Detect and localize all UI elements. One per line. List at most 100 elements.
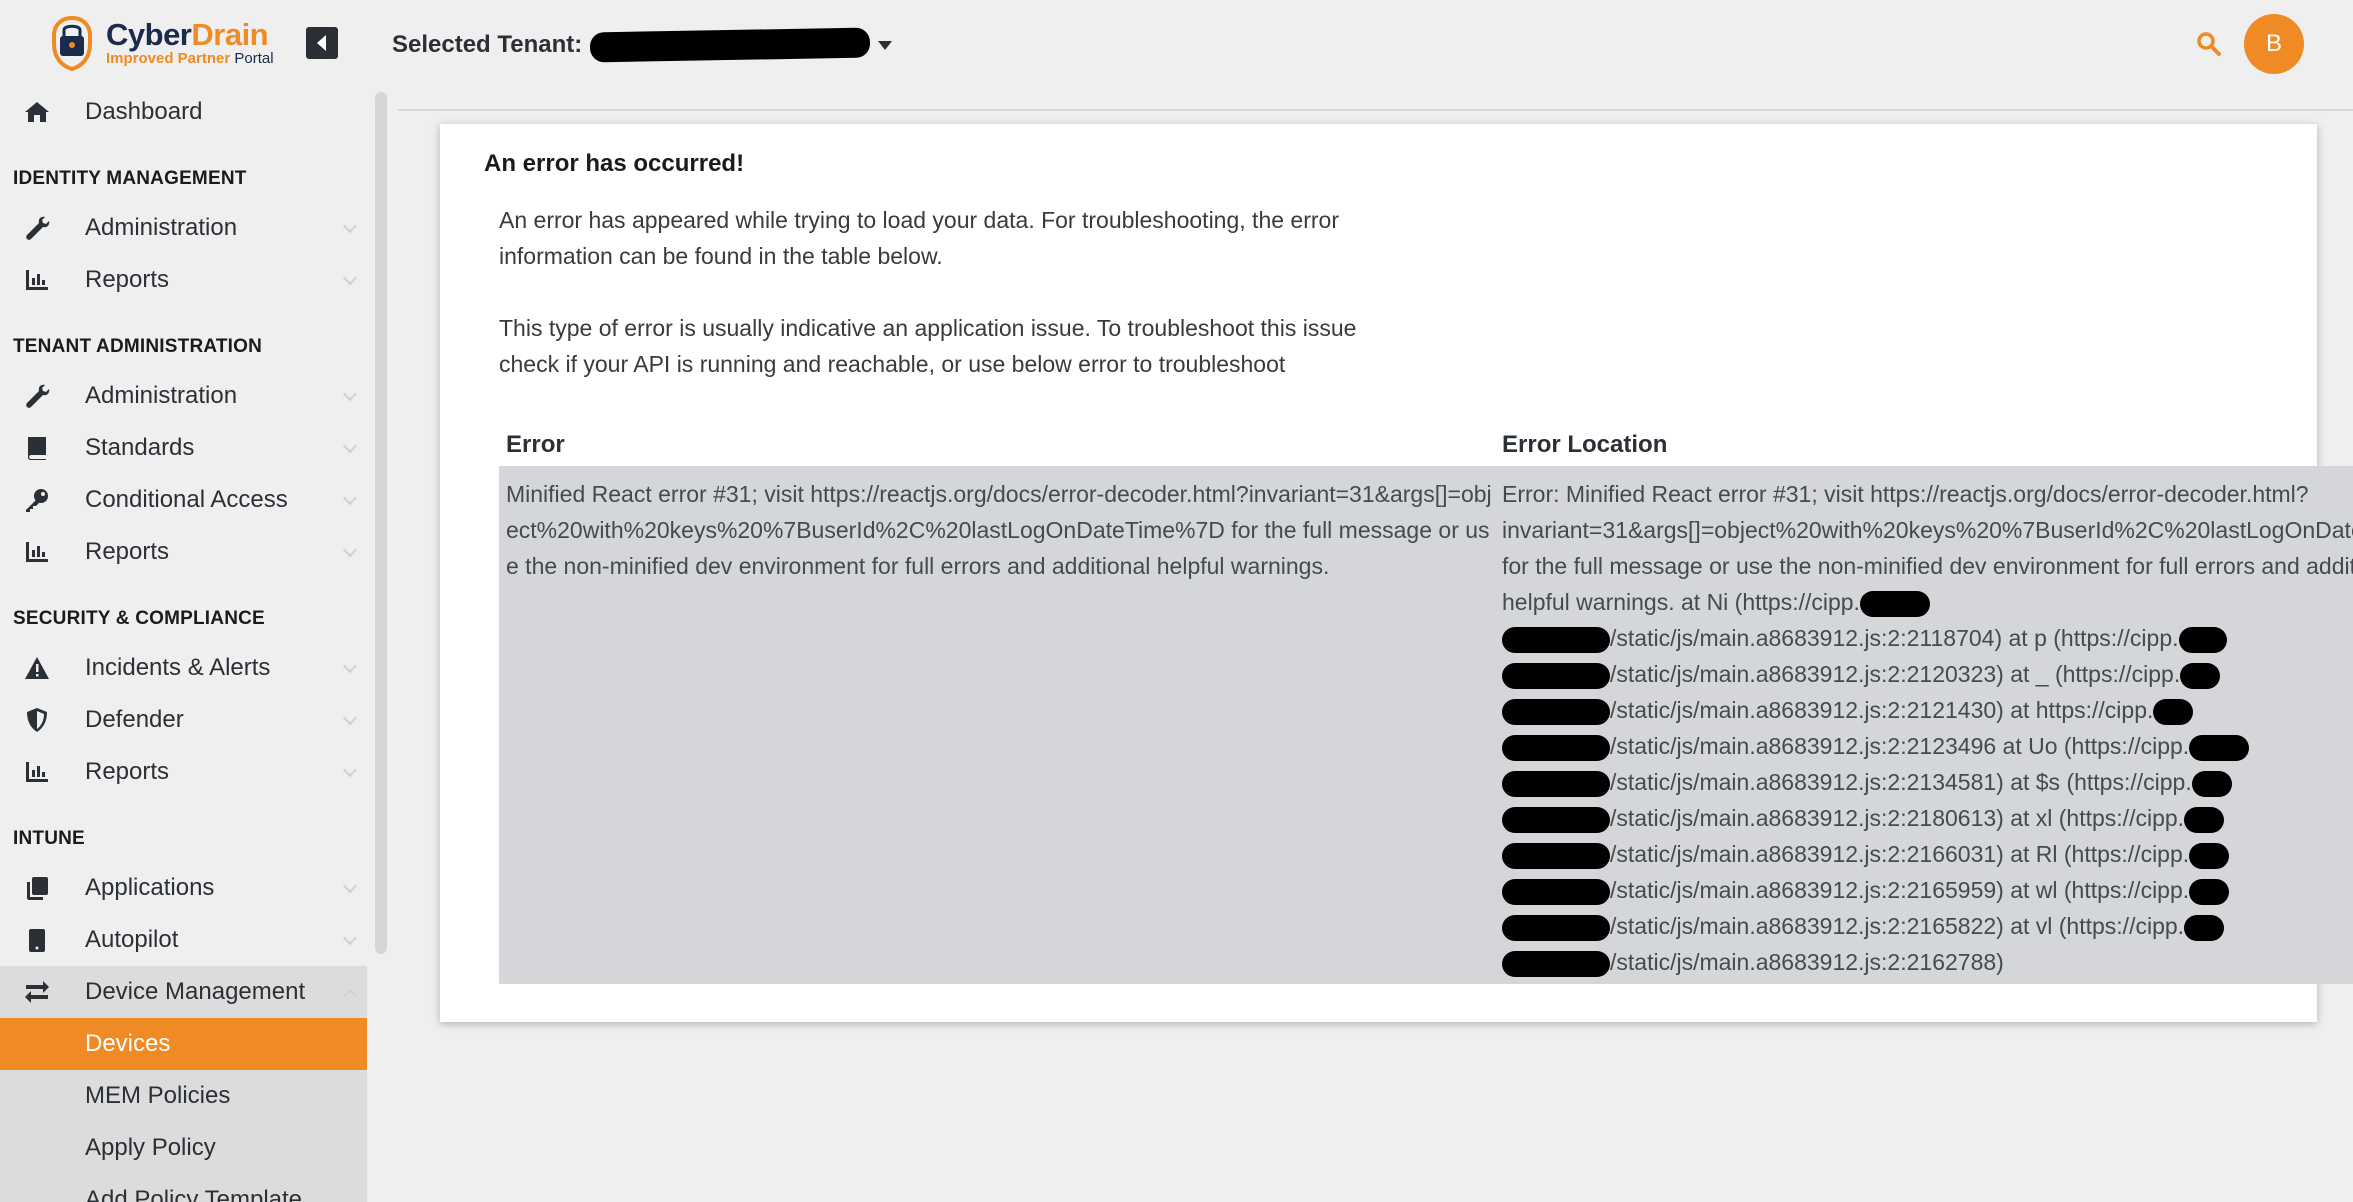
- sidebar-item-applications[interactable]: Applications: [0, 862, 367, 914]
- sidebar-item-conditional-access[interactable]: Conditional Access: [0, 474, 367, 526]
- redacted-domain: [2189, 878, 2230, 905]
- redacted-domain: [2191, 770, 2232, 797]
- redacted-domain: [1502, 626, 1610, 653]
- redacted-domain: [1502, 698, 1610, 725]
- brand-name: CyberDrain: [106, 17, 269, 52]
- sidebar-item-security-reports[interactable]: Reports: [0, 746, 367, 798]
- location-line: /static/js/main.a8683912.js:2:2165959) a…: [1502, 872, 2353, 908]
- location-line: /static/js/main.a8683912.js:2:2180613) a…: [1502, 800, 2353, 836]
- redacted-domain: [2180, 662, 2221, 689]
- location-line: invariant=31&args[]=object%20with%20keys…: [1502, 517, 2353, 543]
- sidebar-item-identity-reports[interactable]: Reports: [0, 254, 367, 306]
- chevron-down-icon: [342, 658, 358, 674]
- location-line: /static/js/main.a8683912.js:2:2134581) a…: [1502, 764, 2353, 800]
- redacted-domain: [2153, 698, 2194, 725]
- redacted-domain: [1859, 590, 1930, 617]
- chevron-down-icon: [342, 930, 358, 946]
- section-security-compliance: SECURITY & COMPLIANCE: [13, 608, 265, 629]
- tablet-icon: [22, 925, 52, 955]
- shield-icon: [22, 705, 52, 735]
- brand[interactable]: CyberDrain Improved Partner Portal: [46, 10, 274, 76]
- redacted-domain: [1502, 662, 1610, 689]
- error-card: An error has occurred! An error has appe…: [440, 124, 2353, 1022]
- sidebar-subitem-add-policy-template[interactable]: Add Policy Template: [0, 1174, 367, 1202]
- location-line: Error: Minified React error #31; visit h…: [1502, 481, 2309, 507]
- error-troubleshoot-hint: This type of error is usually indicative…: [499, 315, 1357, 377]
- section-identity-management: IDENTITY MANAGEMENT: [13, 168, 247, 189]
- sidebar-item-autopilot[interactable]: Autopilot: [0, 914, 367, 966]
- location-line: for the full message or use the non-mini…: [1502, 553, 2353, 579]
- chevron-down-icon: [342, 218, 358, 234]
- location-line: /static/js/main.a8683912.js:2:2121430) a…: [1502, 692, 2353, 728]
- error-title: An error has occurred!: [484, 150, 745, 177]
- chart-bar-icon: [22, 537, 52, 567]
- tenant-label: Selected Tenant:: [392, 31, 583, 58]
- copy-icon: [22, 873, 52, 903]
- sidebar-item-identity-administration[interactable]: Administration: [0, 202, 367, 254]
- location-line: /static/js/main.a8683912.js:2:2120323) a…: [1502, 656, 2353, 692]
- column-header-error-location: Error Location: [1502, 431, 1668, 458]
- sidebar-nav: Dashboard IDENTITY MANAGEMENT Administra…: [0, 86, 367, 1202]
- chevron-down-icon: [342, 490, 358, 506]
- key-icon: [22, 485, 52, 515]
- header-divider: [398, 109, 2353, 111]
- sidebar-item-incidents-alerts[interactable]: Incidents & Alerts: [0, 642, 367, 694]
- location-line: /static/js/main.a8683912.js:2:2123496 at…: [1502, 728, 2353, 764]
- chevron-down-icon: [342, 710, 358, 726]
- location-line: /static/js/main.a8683912.js:2:2162788): [1502, 944, 2353, 980]
- tenant-selector[interactable]: Selected Tenant:: [392, 27, 893, 63]
- sidebar-item-device-management[interactable]: Device Management: [0, 966, 367, 1018]
- chevron-down-icon: [342, 386, 358, 402]
- wrench-icon: [22, 213, 52, 243]
- device-management-submenu: Devices MEM Policies Apply Policy Add Po…: [0, 1018, 367, 1202]
- redacted-domain: [1502, 842, 1610, 869]
- sidebar-subitem-apply-policy[interactable]: Apply Policy: [0, 1122, 367, 1174]
- chevron-down-icon: [342, 270, 358, 286]
- caret-left-icon: [317, 35, 326, 51]
- warning-icon: [22, 653, 52, 683]
- sidebar-scrollbar[interactable]: [375, 92, 387, 954]
- chevron-down-icon: [342, 542, 358, 558]
- error-message-cell: Minified React error #31; visit https://…: [506, 481, 1492, 579]
- redacted-domain: [1502, 734, 1610, 761]
- redacted-domain: [2184, 914, 2225, 941]
- chevron-down-icon: [342, 878, 358, 894]
- error-table: Error Error Location Minified React erro…: [499, 424, 2353, 984]
- sidebar-collapse-button[interactable]: [306, 27, 338, 59]
- exchange-arrows-icon: [22, 977, 52, 1007]
- location-line: helpful warnings. at Ni (https://cipp.: [1502, 584, 2353, 620]
- redacted-domain: [1502, 878, 1610, 905]
- column-header-error: Error: [506, 431, 565, 458]
- cyberdrain-logo-icon: [52, 15, 92, 72]
- redacted-domain: [1502, 950, 1610, 977]
- redacted-domain: [1502, 806, 1610, 833]
- location-line: /static/js/main.a8683912.js:2:2165822) a…: [1502, 908, 2353, 944]
- sidebar-subitem-devices[interactable]: Devices: [0, 1018, 367, 1070]
- search-icon[interactable]: [2195, 30, 2223, 58]
- chart-bar-icon: [22, 265, 52, 295]
- sidebar-subitem-mem-policies[interactable]: MEM Policies: [0, 1070, 367, 1122]
- redacted-domain: [1502, 770, 1610, 797]
- redacted-domain: [2178, 626, 2227, 653]
- book-icon: [22, 433, 52, 463]
- chevron-up-icon: [342, 988, 358, 1004]
- sidebar-item-tenant-reports[interactable]: Reports: [0, 526, 367, 578]
- wrench-icon: [22, 381, 52, 411]
- chart-bar-icon: [22, 757, 52, 787]
- caret-down-icon: [878, 40, 893, 50]
- sidebar-item-dashboard[interactable]: Dashboard: [0, 86, 367, 138]
- redacted-domain: [2184, 806, 2225, 833]
- redacted-tenant-name: [590, 27, 871, 63]
- user-avatar[interactable]: B: [2244, 14, 2304, 74]
- error-location-cell: Error: Minified React error #31; visit h…: [1495, 476, 2353, 980]
- sidebar-item-defender[interactable]: Defender: [0, 694, 367, 746]
- home-icon: [22, 97, 52, 127]
- section-tenant-administration: TENANT ADMINISTRATION: [13, 336, 263, 357]
- location-line: /static/js/main.a8683912.js:2:2166031) a…: [1502, 836, 2353, 872]
- redacted-domain: [2189, 734, 2250, 761]
- table-row: Minified React error #31; visit https://…: [499, 466, 2353, 984]
- sidebar-item-tenant-administration[interactable]: Administration: [0, 370, 367, 422]
- brand-subtitle: Improved Partner Portal: [106, 50, 274, 67]
- sidebar-item-standards[interactable]: Standards: [0, 422, 367, 474]
- section-intune: INTUNE: [13, 828, 85, 849]
